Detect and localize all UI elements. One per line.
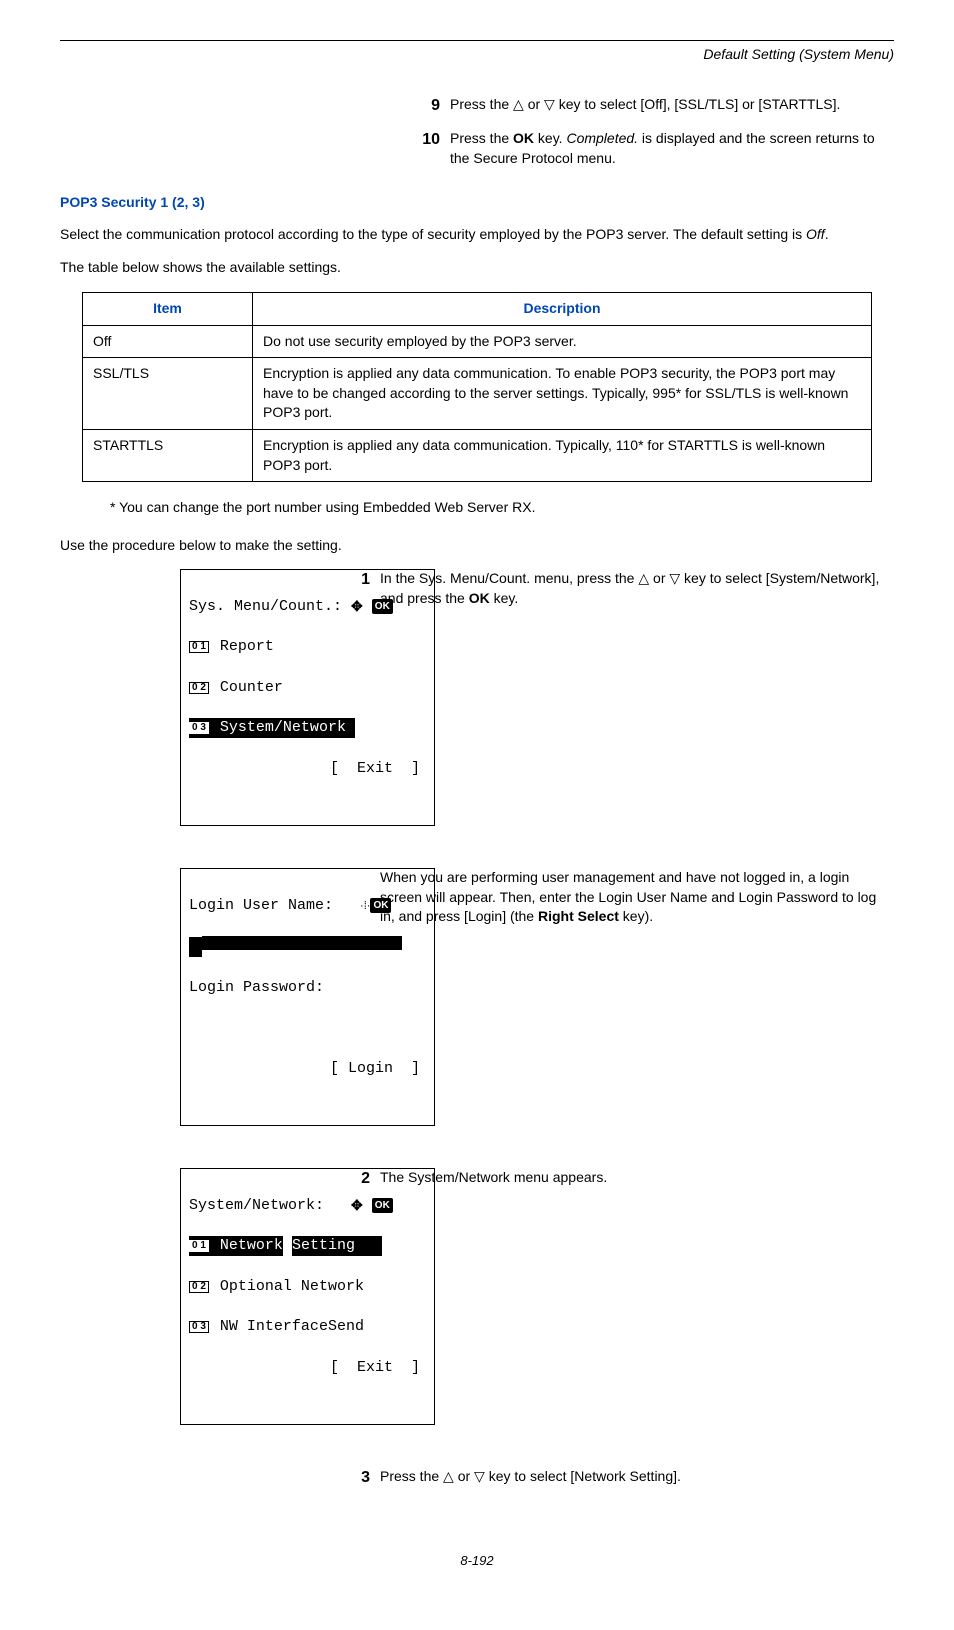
section-paragraph-2: The table below shows the available sett… — [60, 258, 894, 278]
section-paragraph-1: Select the communication protocol accord… — [60, 225, 894, 245]
table-cell-item: Off — [83, 325, 253, 358]
up-triangle-icon: △ — [638, 570, 649, 586]
table-header-item: Item — [83, 292, 253, 325]
table-cell-desc: Do not use security employed by the POP3… — [253, 325, 872, 358]
step-3: 3 Press the △ or ▽ key to select [Networ… — [350, 1467, 894, 1489]
ok-icon: OK — [372, 1198, 393, 1214]
step-text: Press the OK key. Completed. is displaye… — [450, 129, 894, 168]
table-cell-item: STARTTLS — [83, 429, 253, 481]
procedure-intro: Use the procedure below to make the sett… — [60, 536, 894, 556]
step-text: In the Sys. Menu/Count. menu, press the … — [380, 569, 894, 608]
menu-index-icon: 0 3 — [189, 1321, 209, 1333]
table-row: Off Do not use security employed by the … — [83, 325, 872, 358]
ok-icon: OK — [370, 898, 391, 914]
menu-index-icon: 0 1 — [189, 1240, 209, 1252]
lcd-screen-3: System/Network: ✥ OK 0 1 Network Setting… — [180, 1168, 435, 1425]
menu-index-icon: 0 3 — [189, 722, 209, 734]
up-triangle-icon: △ — [513, 96, 524, 112]
section-heading: POP3 Security 1 (2, 3) — [60, 193, 894, 213]
nav-arrows-icon: ✥ — [351, 1198, 363, 1212]
menu-index-icon: 0 1 — [189, 641, 209, 653]
step-text: The System/Network menu appears. — [380, 1168, 894, 1190]
header-section-title: Default Setting (System Menu) — [60, 41, 894, 65]
table-cell-desc: Encryption is applied any data communica… — [253, 429, 872, 481]
text-nav-icon: ·⁞· — [360, 900, 370, 912]
page-number: 8-192 — [60, 1552, 894, 1570]
table-row: STARTTLS Encryption is applied any data … — [83, 429, 872, 481]
top-steps: 9 Press the △ or ▽ key to select [Off], … — [420, 95, 894, 169]
step-text: Press the △ or ▽ key to select [Network … — [380, 1467, 894, 1489]
lcd-screen-2: Login User Name: ·⁞·OK Login Password: [… — [180, 868, 435, 1126]
down-triangle-icon: ▽ — [474, 1468, 485, 1484]
up-triangle-icon: △ — [443, 1468, 454, 1484]
step-10: 10 Press the OK key. Completed. is displ… — [420, 129, 894, 168]
step-number: 3 — [350, 1467, 380, 1489]
nav-arrows-icon: ✥ — [351, 599, 363, 613]
table-header-description: Description — [253, 292, 872, 325]
table-footnote: * You can change the port number using E… — [110, 498, 894, 518]
down-triangle-icon: ▽ — [669, 570, 680, 586]
menu-index-icon: 0 2 — [189, 1281, 209, 1293]
ok-icon: OK — [372, 599, 393, 615]
step-number: 10 — [420, 129, 450, 168]
page-header: Default Setting (System Menu) — [60, 40, 894, 65]
table-cell-item: SSL/TLS — [83, 358, 253, 430]
table-row: SSL/TLS Encryption is applied any data c… — [83, 358, 872, 430]
step-9: 9 Press the △ or ▽ key to select [Off], … — [420, 95, 894, 117]
settings-table: Item Description Off Do not use security… — [82, 292, 872, 482]
note-text: When you are performing user management … — [380, 868, 894, 927]
step-number: 9 — [420, 95, 450, 117]
table-cell-desc: Encryption is applied any data communica… — [253, 358, 872, 430]
lcd-screen-1: Sys. Menu/Count.: ✥ OK 0 1 Report 0 2 Co… — [180, 569, 435, 826]
menu-index-icon: 0 2 — [189, 682, 209, 694]
down-triangle-icon: ▽ — [544, 96, 555, 112]
step-text: Press the △ or ▽ key to select [Off], [S… — [450, 95, 894, 117]
